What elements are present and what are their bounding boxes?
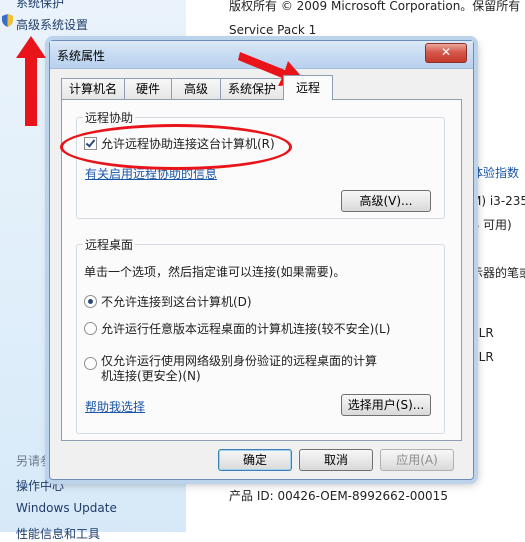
tab-computer-name[interactable]: 计算机名 — [61, 78, 125, 99]
close-icon: ✕ — [440, 45, 452, 59]
tab-system-protection[interactable]: 系统保护 — [220, 78, 284, 99]
remote-desktop-legend: 远程桌面 — [85, 238, 134, 252]
experience-index-link[interactable]: 体验指数 — [471, 164, 519, 181]
close-button[interactable]: ✕ — [425, 43, 467, 63]
radio-button[interactable] — [84, 322, 97, 335]
pen-touch-text: 示器的笔或 — [471, 266, 525, 280]
sidebar-item-performance-tools[interactable]: 性能信息和工具 — [16, 525, 100, 542]
service-pack-text: Service Pack 1 — [229, 23, 317, 37]
remote-desktop-instruction: 单击一个选项，然后指定谁可以连接(如果需要)。 — [84, 265, 346, 279]
radio-no-connections-label: 不允许连接到这台计算机(D) — [101, 295, 252, 309]
radio-nla-label-line1: 仅允许运行使用网络级别身份验证的远程桌面的计算 — [101, 354, 378, 368]
radio-no-connections[interactable]: 不允许连接到这台计算机(D) — [84, 293, 252, 310]
product-id-text: 产品 ID: 00426-OEM-8992662-00015 — [229, 489, 448, 503]
radio-any-version-label: 允许运行任意版本远程桌面的计算机连接(较不安全)(L) — [101, 322, 391, 336]
advanced-button[interactable]: 高级(V)... — [341, 190, 431, 212]
sidebar-item-system-protection[interactable]: 系统保护 — [16, 0, 64, 11]
cancel-button[interactable]: 取消 — [299, 449, 373, 471]
radio-nla-label-line2: 机连接(更安全)(N) — [101, 369, 201, 383]
radio-button[interactable] — [84, 295, 97, 308]
tab-hardware[interactable]: 硬件 — [124, 78, 172, 99]
annotation-ellipse — [60, 124, 292, 170]
radio-selected-dot — [88, 299, 93, 304]
dialog-title: 系统属性 — [57, 49, 106, 63]
sidebar-item-windows-update[interactable]: Windows Update — [16, 501, 117, 515]
full-computer-name-text: 3LR — [471, 350, 494, 364]
dialog-titlebar[interactable]: 系统属性 ✕ — [50, 41, 473, 69]
computer-name-text: 3LR — [471, 326, 494, 340]
select-users-button[interactable]: 选择用户(S)... — [341, 394, 431, 416]
shield-icon — [2, 14, 13, 27]
installed-memory-text: B 可用) — [471, 218, 512, 232]
copyright-text: 版权所有 © 2009 Microsoft Corporation。保留所有 — [229, 0, 521, 13]
ok-button[interactable]: 确定 — [218, 449, 292, 471]
radio-any-version[interactable]: 允许运行任意版本远程桌面的计算机连接(较不安全)(L) — [84, 320, 390, 337]
radio-nla-only[interactable]: 仅允许运行使用网络级别身份验证的远程桌面的计算 机连接(更安全)(N) — [84, 354, 377, 384]
radio-button[interactable] — [84, 357, 97, 370]
tab-advanced[interactable]: 高级 — [171, 78, 221, 99]
remote-assistance-legend: 远程协助 — [85, 111, 134, 125]
see-also-heading: 另请参 — [16, 454, 53, 468]
system-properties-dialog: 系统属性 ✕ 计算机名 硬件 高级 系统保护 远程 远程协助 允许远程协助连接这… — [49, 40, 474, 480]
processor-text: M) i3-2350 — [471, 194, 525, 208]
help-me-choose-link[interactable]: 帮助我选择 — [85, 398, 145, 415]
apply-button[interactable]: 应用(A) — [380, 449, 454, 471]
sidebar-item-advanced-system-settings[interactable]: 高级系统设置 — [16, 16, 88, 33]
tab-remote[interactable]: 远程 — [283, 75, 333, 100]
